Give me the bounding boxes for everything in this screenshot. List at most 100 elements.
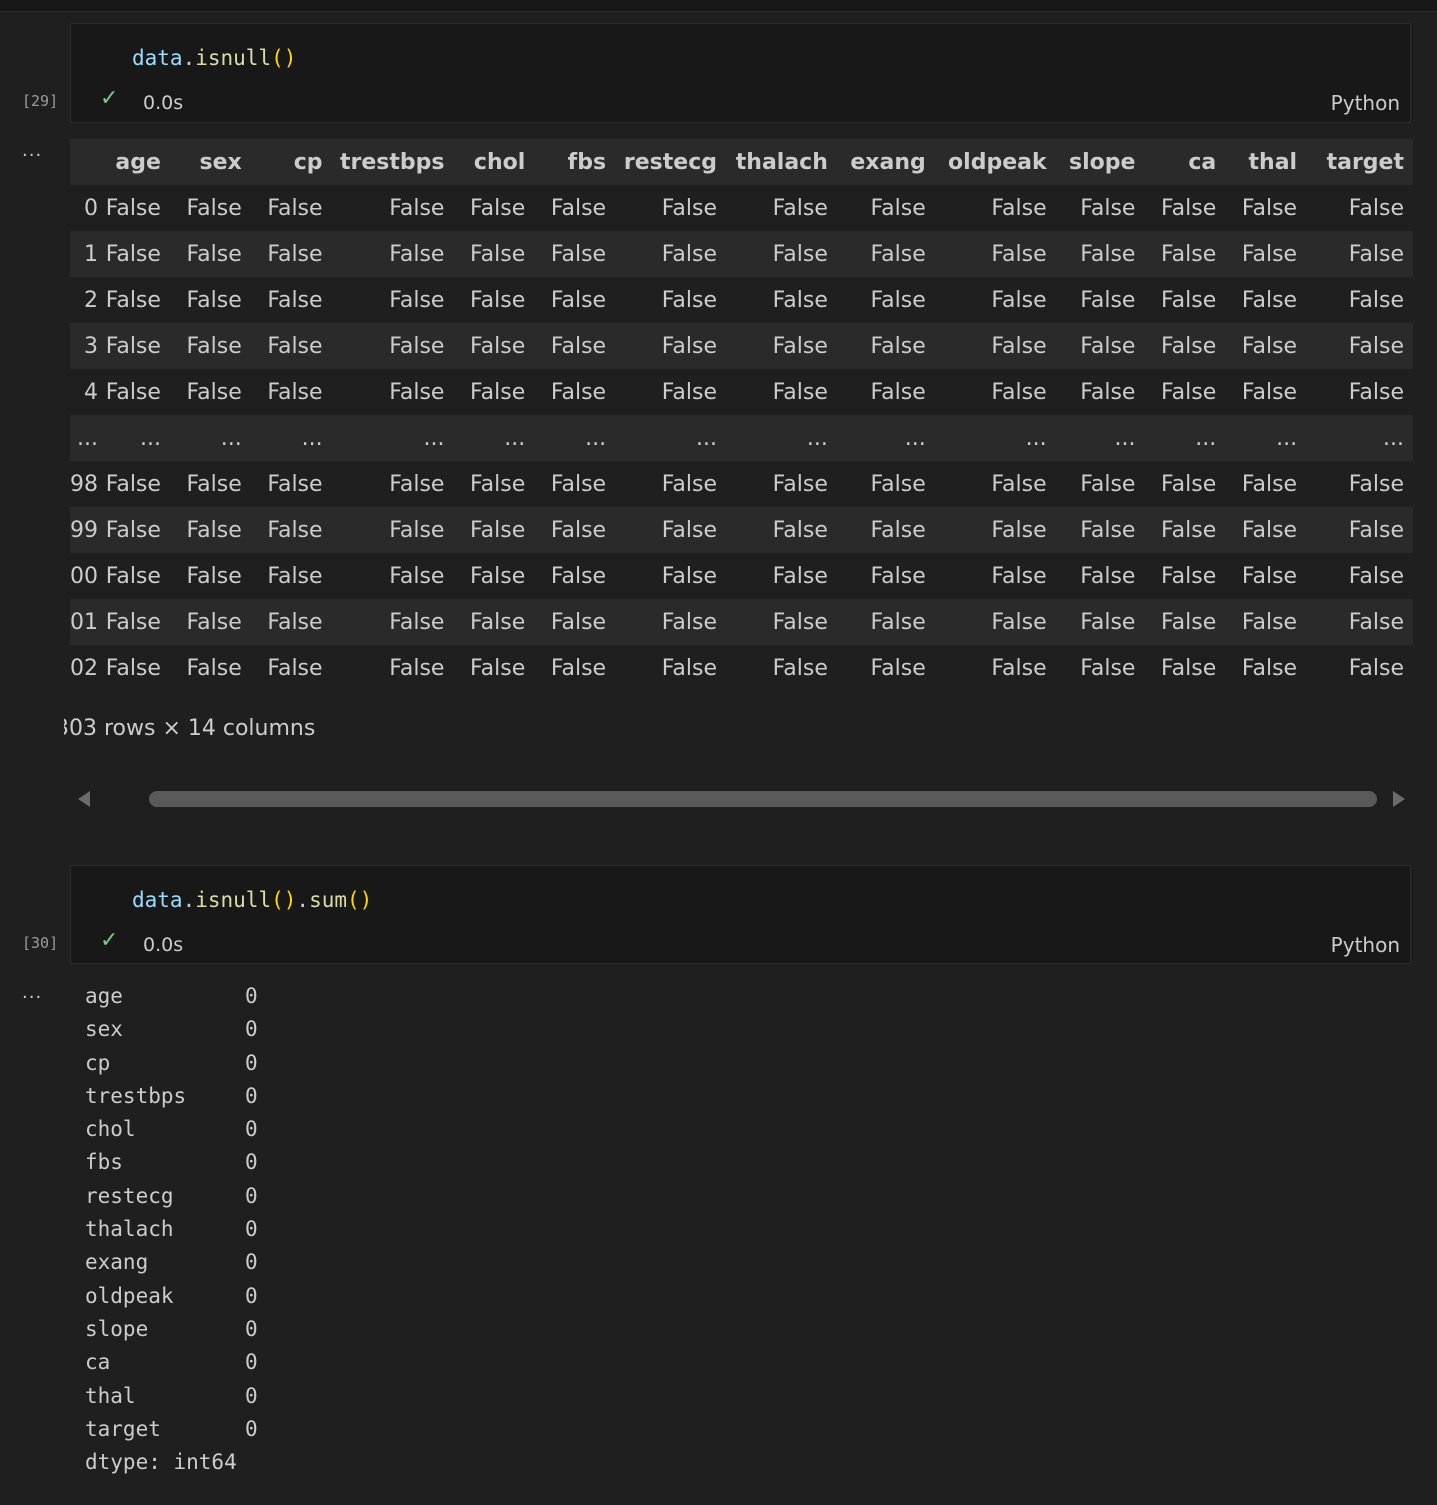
table-cell: False [870, 517, 926, 543]
series-label: oldpeak [85, 1283, 174, 1308]
row-index: 2 [84, 287, 98, 313]
cell2-output-more-icon[interactable]: ... [22, 984, 42, 1002]
table-cell: False [267, 195, 323, 221]
output-horizontal-scrollbar[interactable] [70, 786, 1413, 812]
cell1-code-editor[interactable]: data.isnull() ✓ 0.0s Python [70, 23, 1411, 123]
column-header: sex [199, 149, 242, 175]
table-cell: False [1241, 287, 1298, 313]
table-cell: False [267, 241, 323, 267]
table-cell: False [870, 287, 926, 313]
table-cell: False [1348, 287, 1404, 313]
table-cell: False [772, 471, 828, 497]
cell2-code-line[interactable]: data.isnull().sum() [132, 888, 372, 912]
cell1-code-line[interactable]: data.isnull() [132, 46, 296, 70]
scroll-left-arrow-icon[interactable] [78, 791, 90, 807]
table-cell: ... [139, 425, 161, 451]
table-cell: False [661, 333, 717, 359]
top-toolbar [0, 0, 1437, 12]
table-cell: False [661, 563, 717, 589]
table-cell: False [550, 655, 607, 681]
table-cell: False [550, 241, 607, 267]
dataframe-table: age sex cp trestbps chol fbs restecg thalach exa… [70, 139, 1413, 691]
table-cell: ... [696, 425, 717, 451]
table-cell: False [389, 379, 445, 405]
series-value: 0 [245, 1383, 258, 1408]
table-cell: False [661, 609, 717, 635]
series-value: 0 [245, 1250, 258, 1275]
table-cell: False [105, 241, 161, 267]
table-cell: False [1161, 517, 1217, 543]
table-cell: False [1348, 609, 1404, 635]
table-row: 302 False False False False False False False Fa… [70, 645, 1413, 691]
table-cell: False [870, 241, 926, 267]
code-function: sum [309, 888, 347, 912]
series-value: 0 [245, 1416, 258, 1441]
table-cell: False [991, 655, 1047, 681]
table-cell: False [389, 517, 445, 543]
code-open-paren: ( [271, 888, 284, 912]
table-cell: False [470, 333, 526, 359]
scroll-right-arrow-icon[interactable] [1393, 791, 1405, 807]
table-row: 3 False False False False False False False Fals… [70, 323, 1413, 369]
table-cell: False [1241, 241, 1298, 267]
table-cell: False [1080, 471, 1136, 497]
series-value: 0 [245, 1316, 258, 1341]
table-row: 300 False False False False False False False Fa… [70, 553, 1413, 599]
table-cell: False [772, 195, 828, 221]
cell1-language-selector[interactable]: Python [1331, 91, 1400, 115]
table-cell: False [870, 563, 926, 589]
series-value: 0 [245, 1150, 258, 1175]
table-cell: False [186, 471, 242, 497]
table-cell: ... [1195, 425, 1217, 451]
index-header-corner [70, 139, 100, 185]
column-header: oldpeak [948, 149, 1047, 175]
series-value: 0 [245, 1083, 258, 1108]
series-label: exang [85, 1250, 149, 1275]
table-cell: False [1080, 287, 1136, 313]
table-cell: False [991, 195, 1047, 221]
cell1-output-more-icon[interactable]: ... [22, 142, 42, 160]
series-row: chol 0 [85, 1113, 258, 1146]
table-cell: False [186, 563, 242, 589]
table-cell: False [470, 471, 526, 497]
cell2-code-editor[interactable]: data.isnull().sum() ✓ 0.0s Python [70, 865, 1411, 964]
table-cell: False [1161, 241, 1217, 267]
table-cell: False [1161, 287, 1217, 313]
series-value: 0 [245, 984, 258, 1008]
scrollbar-thumb[interactable] [149, 791, 1377, 807]
table-cell: False [991, 333, 1047, 359]
column-header: thalach [735, 149, 828, 175]
series-value: 0 [245, 1283, 258, 1308]
success-check-icon: ✓ [100, 86, 119, 111]
table-cell: False [550, 379, 607, 405]
series-row: cp 0 [85, 1047, 258, 1080]
table-cell: False [772, 563, 828, 589]
table-cell: False [186, 609, 242, 635]
series-label: slope [85, 1316, 149, 1341]
cell2-language-selector[interactable]: Python [1331, 933, 1400, 957]
table-row: ........................................… [70, 415, 1413, 461]
table-cell: False [991, 609, 1047, 635]
table-row: 1 False False False False False False False Fals… [70, 231, 1413, 277]
code-close-paren: ) [359, 888, 373, 912]
code-dot: . [182, 46, 196, 70]
series-label: cp [85, 1050, 111, 1075]
table-cell: False [1161, 333, 1217, 359]
series-label: target [85, 1416, 161, 1441]
table-cell: False [772, 287, 828, 313]
row-index: 1 [84, 241, 98, 267]
table-cell: False [661, 379, 717, 405]
table-cell: False [186, 517, 242, 543]
table-cell: False [1348, 655, 1404, 681]
code-close-paren: ) [283, 46, 297, 70]
table-cell: False [1241, 563, 1298, 589]
table-cell: False [267, 609, 323, 635]
table-cell: False [550, 517, 607, 543]
table-cell: False [772, 609, 828, 635]
table-cell: False [105, 379, 161, 405]
table-cell: False [1348, 241, 1404, 267]
table-cell: False [105, 563, 161, 589]
table-cell: False [389, 195, 445, 221]
series-row: slope 0 [85, 1313, 258, 1346]
table-row: 298 False False False False False False False Fa… [70, 461, 1413, 507]
